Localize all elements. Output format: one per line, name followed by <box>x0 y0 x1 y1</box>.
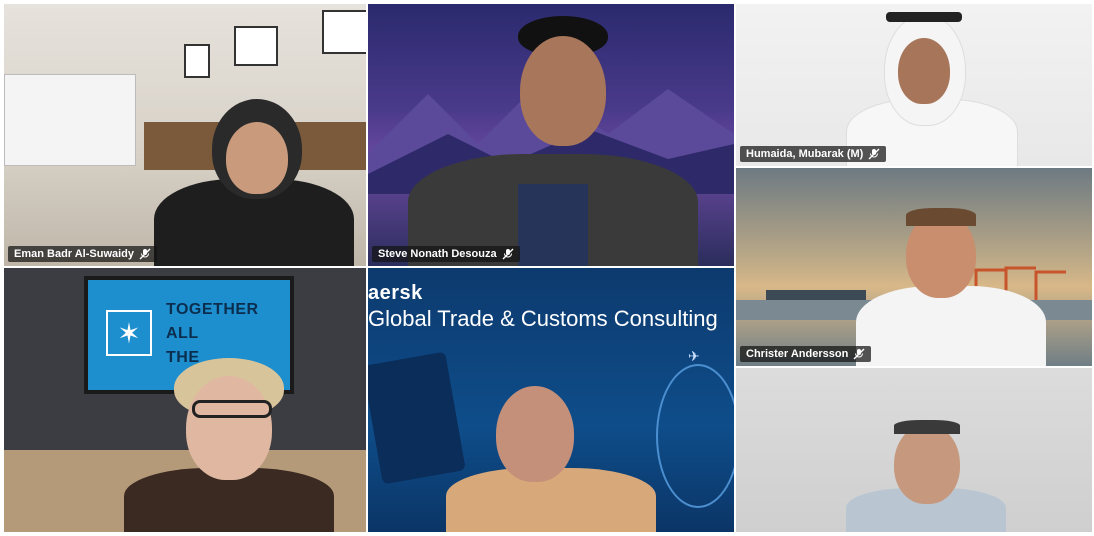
plane-icon: ✈ <box>688 348 700 364</box>
participant-tile-1[interactable]: Eman Badr Al-Suwaidy <box>4 4 366 266</box>
slide-line: ALL <box>166 325 199 342</box>
wall-frame <box>184 44 210 78</box>
participant-name: Humaida, Mubarak (M) <box>746 148 864 160</box>
participant-name: Christer Andersson <box>746 348 849 360</box>
video-call-grid: Eman Badr Al-Suwaidy Steve Nonath Desouz… <box>0 0 1094 536</box>
globe-graphic <box>656 364 734 508</box>
wall-frame <box>322 10 366 54</box>
poster-board <box>4 74 136 166</box>
wall-frame <box>234 26 278 66</box>
mic-off-icon <box>502 248 514 260</box>
maersk-star-icon: ✶ <box>106 310 152 356</box>
participant-tile-2[interactable]: Steve Nonath Desouza <box>368 4 734 266</box>
hair <box>894 420 960 434</box>
mic-off-icon <box>853 348 865 360</box>
hair <box>906 208 976 226</box>
slide-line: TOGETHER <box>166 301 259 318</box>
banner-title: Global Trade & Customs Consulting <box>368 306 718 331</box>
participant-name-label: Christer Andersson <box>740 346 872 362</box>
participant-tile-6[interactable]: aersk Global Trade & Customs Consulting … <box>368 268 734 532</box>
banner-brand: aersk <box>368 282 423 304</box>
participant-name: Steve Nonath Desouza <box>378 248 497 260</box>
shirt <box>518 184 588 266</box>
participant-tile-3[interactable]: Humaida, Mubarak (M) <box>736 4 1092 166</box>
head-band <box>886 12 962 22</box>
glasses <box>192 400 272 418</box>
participant-name: Eman Badr Al-Suwaidy <box>14 248 135 260</box>
participant-name-label: Humaida, Mubarak (M) <box>740 146 887 162</box>
participant-name-label: Steve Nonath Desouza <box>372 246 520 262</box>
participant-tile-7[interactable] <box>736 368 1092 532</box>
participant-name-label: Eman Badr Al-Suwaidy <box>8 246 158 262</box>
mic-off-icon <box>139 248 151 260</box>
participant-tile-5[interactable]: ✶ TOGETHER ALL THE <box>4 268 366 532</box>
participant-tile-4[interactable]: Christer Andersson <box>736 168 1092 366</box>
passport-graphic <box>368 351 466 485</box>
mic-off-icon <box>868 148 880 160</box>
